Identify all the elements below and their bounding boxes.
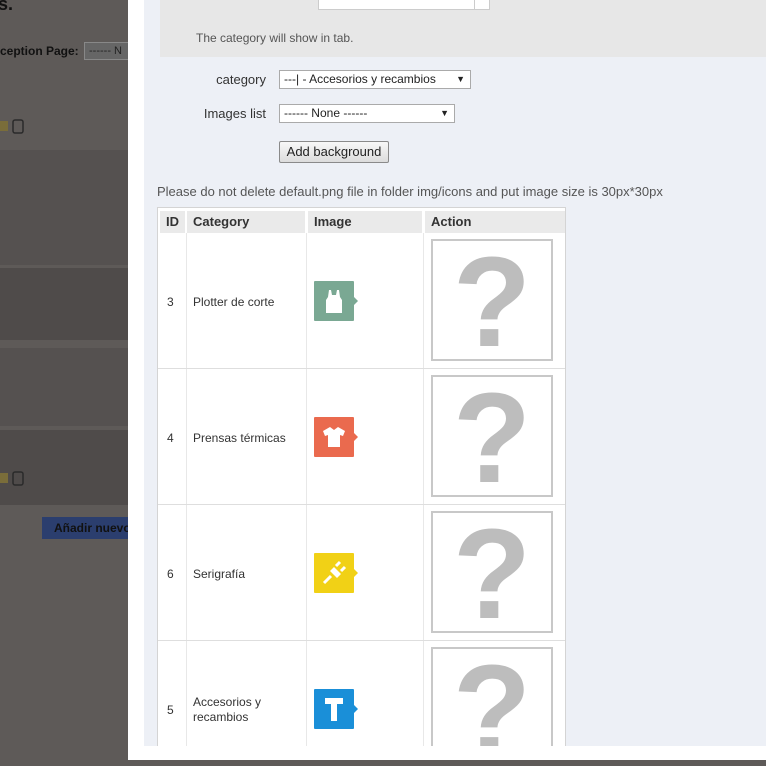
- table-row: 5 Accesorios y recambios ?: [158, 641, 565, 747]
- header-category: Category: [187, 211, 305, 233]
- hint-box: The category will show in tab.: [160, 0, 766, 57]
- table-header: ID Category Image Action: [158, 208, 565, 233]
- table-row: 3 Plotter de corte ?: [158, 233, 565, 369]
- chevron-down-icon: ▼: [456, 74, 465, 84]
- row-category: Accesorios y recambios: [193, 695, 262, 724]
- row-category: Prensas térmicas: [193, 431, 286, 445]
- header-image: Image: [308, 211, 422, 233]
- question-mark-icon[interactable]: ?: [431, 239, 553, 361]
- category-select-value: ---| - Accesorios y recambios: [284, 72, 436, 86]
- top-input[interactable]: [318, 0, 490, 10]
- hint-text: The category will show in tab.: [196, 31, 354, 45]
- background-edit-delete-icons: [0, 118, 30, 134]
- chevron-down-icon: ▼: [440, 108, 449, 118]
- table-row: 6 Serigrafía ?: [158, 505, 565, 641]
- question-mark-icon[interactable]: ?: [431, 647, 553, 747]
- modal-dialog: The category will show in tab. category …: [128, 0, 766, 760]
- question-mark-icon[interactable]: ?: [431, 511, 553, 633]
- background-title: s.: [0, 0, 14, 14]
- category-table: ID Category Image Action 3 Plotter de co…: [157, 207, 566, 747]
- images-list-select-value: ------ None ------: [284, 106, 368, 120]
- row-id: 4: [167, 431, 174, 445]
- plug-icon: [314, 553, 358, 593]
- svg-text:?: ?: [453, 377, 531, 495]
- tshirt-icon: [314, 417, 358, 457]
- background-band: [0, 268, 140, 340]
- row-id: 3: [167, 295, 174, 309]
- row-id: 6: [167, 567, 174, 581]
- background-add-button: Añadir nuevo: [42, 517, 142, 539]
- svg-text:?: ?: [453, 513, 531, 631]
- images-list-label: Images list: [203, 106, 266, 121]
- background-band: [0, 348, 140, 426]
- images-list-select[interactable]: ------ None ------ ▼: [279, 104, 455, 123]
- tank-top-icon: [314, 281, 358, 321]
- header-action: Action: [425, 211, 565, 233]
- question-mark-icon[interactable]: ?: [431, 375, 553, 497]
- background-label: ception Page:: [0, 44, 79, 58]
- add-background-button[interactable]: Add background: [279, 141, 389, 163]
- background-band: [0, 430, 140, 505]
- table-row: 4 Prensas térmicas ?: [158, 369, 565, 505]
- background-edit-delete-icons: [0, 470, 30, 486]
- modal-panel: The category will show in tab. category …: [144, 0, 766, 747]
- svg-text:?: ?: [453, 649, 531, 747]
- size-note: Please do not delete default.png file in…: [157, 184, 663, 199]
- row-id: 5: [167, 703, 174, 717]
- category-select[interactable]: ---| - Accesorios y recambios ▼: [279, 70, 471, 89]
- letter-t-icon: [314, 689, 358, 729]
- svg-text:?: ?: [453, 241, 531, 359]
- row-category: Serigrafía: [193, 567, 246, 581]
- category-label: category: [216, 72, 266, 87]
- row-category: Plotter de corte: [193, 295, 275, 309]
- background-band: [0, 150, 140, 265]
- header-id: ID: [160, 211, 185, 233]
